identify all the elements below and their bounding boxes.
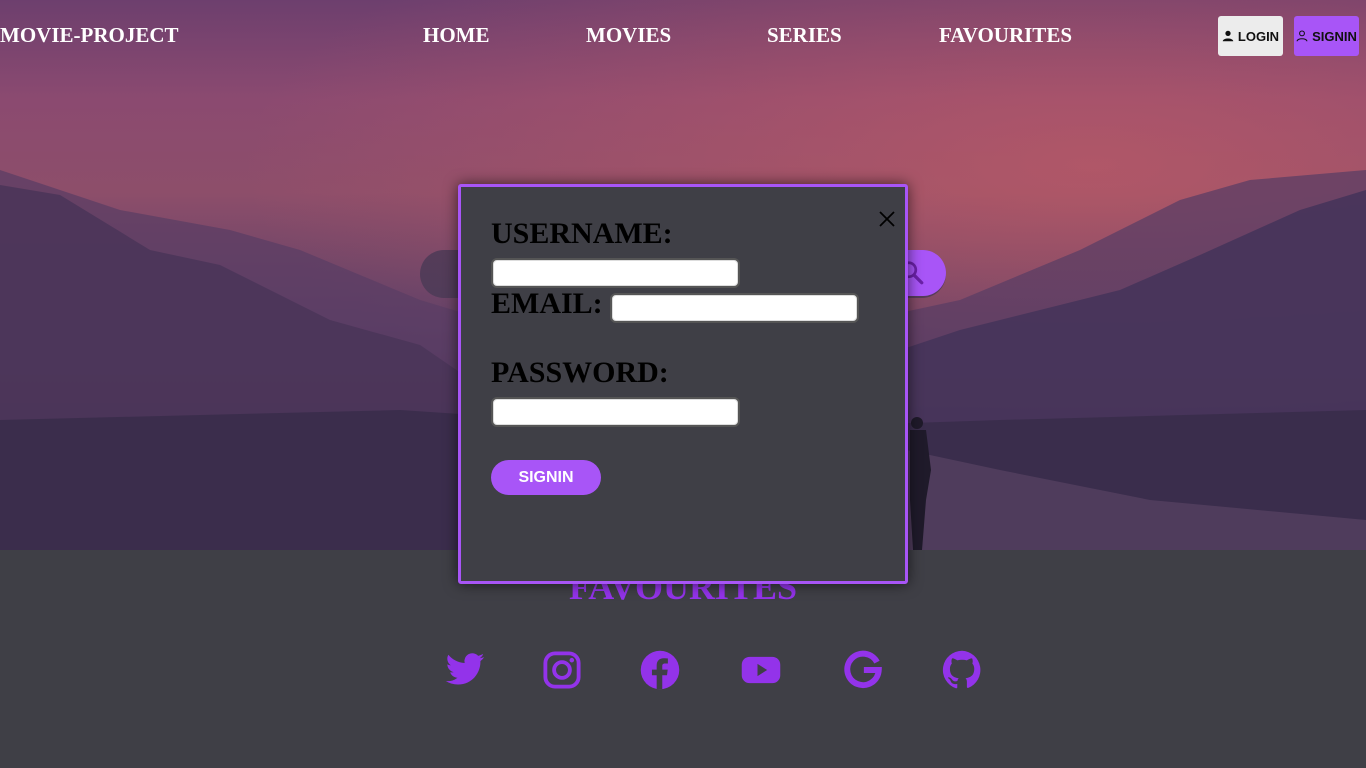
username-input[interactable] [491, 258, 740, 288]
nav-movies[interactable]: MOVIES [586, 23, 671, 48]
username-label: USERNAME: [491, 217, 673, 250]
social-links [0, 648, 1366, 692]
github-link[interactable] [940, 648, 984, 692]
facebook-icon [640, 650, 680, 690]
google-link[interactable] [841, 648, 885, 692]
youtube-icon [741, 656, 781, 684]
password-label: PASSWORD: [491, 356, 669, 389]
user-icon [1222, 30, 1234, 42]
login-button[interactable]: LOGIN [1218, 16, 1283, 56]
instagram-link[interactable] [540, 648, 584, 692]
user-outline-icon [1296, 30, 1308, 42]
signin-label: SIGNIN [1312, 28, 1357, 44]
youtube-link[interactable] [739, 648, 783, 692]
twitter-link[interactable] [443, 648, 487, 692]
top-nav: MOVIE-PROJECT HOME MOVIES SERIES FAVOURI… [0, 0, 1366, 70]
nav-home[interactable]: HOME [423, 23, 490, 48]
signin-submit-button[interactable]: SIGNIN [491, 460, 601, 495]
brand-logo[interactable]: MOVIE-PROJECT [0, 23, 179, 48]
github-icon [942, 650, 981, 689]
password-input[interactable] [491, 397, 740, 427]
email-label: EMAIL: [491, 287, 603, 320]
signin-button[interactable]: SIGNIN [1294, 16, 1359, 56]
google-icon [844, 650, 882, 689]
close-button[interactable] [875, 207, 899, 231]
signin-modal: USERNAME: EMAIL: PASSWORD: SIGNIN [458, 184, 908, 584]
facebook-link[interactable] [638, 648, 682, 692]
nav-series[interactable]: SERIES [767, 23, 842, 48]
email-input[interactable] [610, 293, 859, 323]
instagram-icon [543, 651, 581, 689]
nav-favourites[interactable]: FAVOURITES [939, 23, 1072, 48]
login-label: LOGIN [1237, 28, 1280, 44]
close-icon [879, 211, 895, 227]
twitter-icon [445, 653, 485, 685]
